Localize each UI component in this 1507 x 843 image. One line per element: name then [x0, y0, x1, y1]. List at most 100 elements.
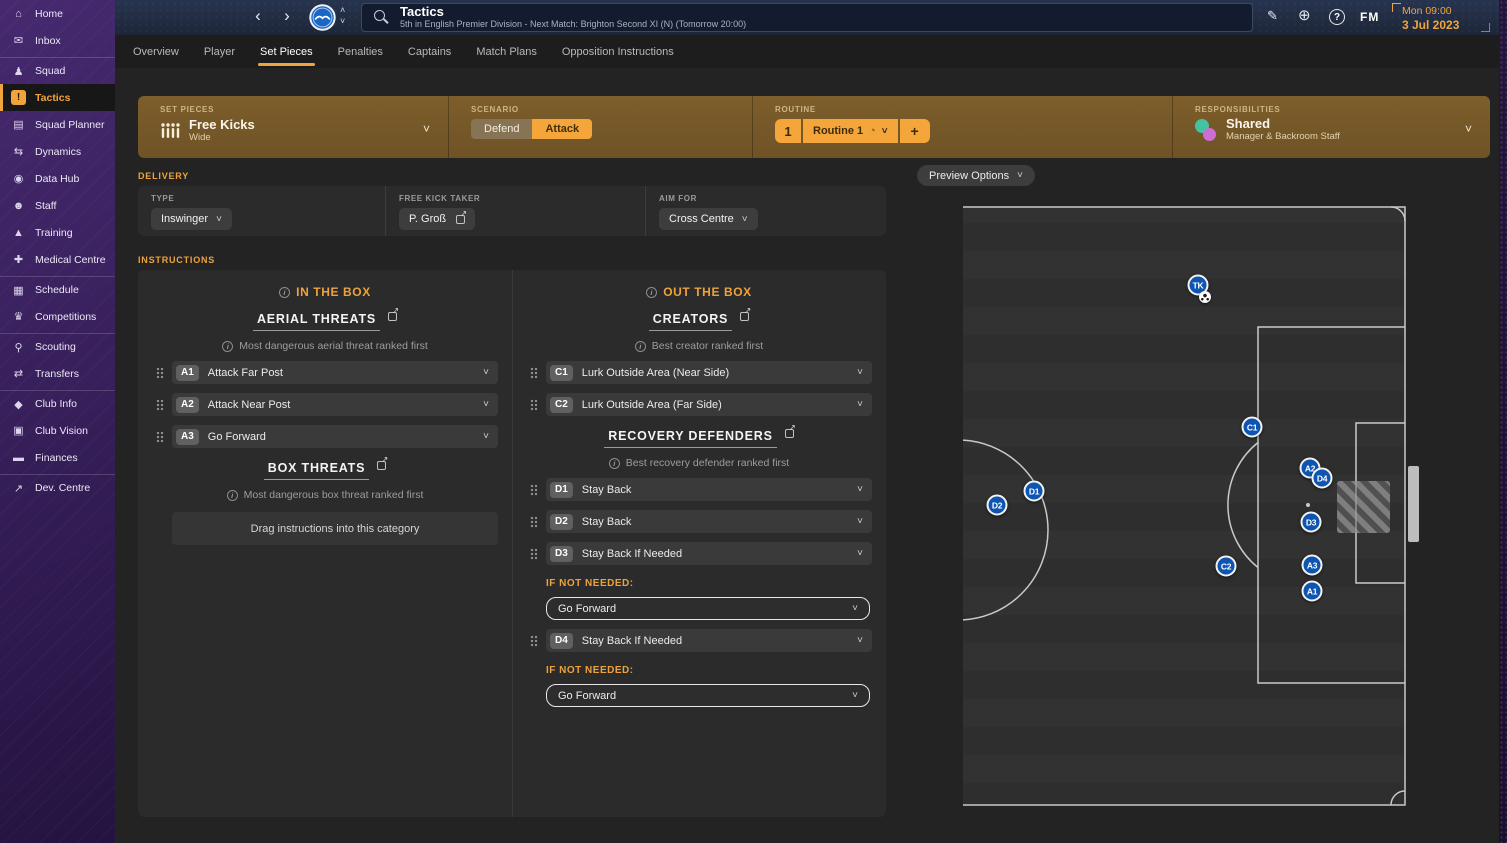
- attack-toggle-button[interactable]: Attack: [532, 119, 593, 139]
- tab-overview[interactable]: Overview: [133, 35, 179, 68]
- pitch-marker-d2[interactable]: D2: [986, 494, 1008, 516]
- external-link-icon: ↗: [456, 209, 467, 224]
- sidebar-item-finances[interactable]: ▬ Finances: [0, 444, 115, 471]
- sidebar-item-dynamics[interactable]: ⇆ Dynamics: [0, 138, 115, 165]
- box-threats-header[interactable]: BOX THREATS ↗: [138, 456, 512, 480]
- tab-captains[interactable]: Captains: [408, 35, 451, 68]
- if-not-needed-select-1[interactable]: Go Forward ˅: [546, 597, 870, 620]
- free-kick-taker-button[interactable]: P. Groß ↗: [399, 208, 476, 230]
- pitch-marker-c2[interactable]: C2: [1215, 555, 1237, 577]
- tab-penalties[interactable]: Penalties: [338, 35, 383, 68]
- sidebar-item-label: Staff: [35, 199, 57, 212]
- game-date[interactable]: Mon 09:00 3 Jul 2023: [1392, 3, 1490, 32]
- defend-toggle-button[interactable]: Defend: [471, 119, 533, 139]
- instruction-row-c2: C2 Lurk Outside Area (Far Side) ˅: [530, 393, 872, 416]
- sidebar-item-home[interactable]: ⌂ Home: [0, 0, 115, 27]
- window-edge: [1499, 0, 1507, 843]
- sidebar-item-inbox[interactable]: ✉ Inbox: [0, 27, 115, 54]
- tab-player[interactable]: Player: [204, 35, 235, 68]
- sidebar-item-competitions[interactable]: ♛ Competitions: [0, 303, 115, 330]
- finances-icon: ▬: [13, 451, 24, 464]
- chevron-down-icon: ˅: [340, 16, 346, 26]
- schedule-icon: ▦: [13, 284, 24, 297]
- aerial-threats-header[interactable]: AERIAL THREATS ↗: [138, 307, 512, 331]
- chevron-down-icon: ˅: [1017, 170, 1023, 181]
- club-info-icon: ◆: [14, 398, 23, 411]
- drag-handle-icon[interactable]: [530, 547, 538, 560]
- help-icon[interactable]: ?: [1329, 9, 1345, 25]
- sidebar-item-tactics[interactable]: ! Tactics: [0, 84, 115, 111]
- info-icon: i: [222, 340, 234, 352]
- sidebar-item-transfers[interactable]: ⇄ Transfers: [0, 360, 115, 387]
- in-the-box-title: IN THE BOX: [296, 285, 371, 299]
- drag-drop-zone[interactable]: Drag instructions into this category: [172, 512, 498, 545]
- scrollbar-thumb[interactable]: [1408, 466, 1419, 542]
- pitch-marker-d3[interactable]: D3: [1300, 511, 1322, 533]
- sidebar-item-data-hub[interactable]: ◉ Data Hub: [0, 165, 115, 192]
- if-not-needed-select-2[interactable]: Go Forward ˅: [546, 684, 870, 707]
- drag-handle-icon[interactable]: [530, 483, 538, 496]
- sidebar-item-label: Club Info: [35, 398, 78, 410]
- home-icon: ⌂: [15, 7, 22, 20]
- sidebar-item-club-info[interactable]: ◆ Club Info: [0, 390, 115, 417]
- fm-logo[interactable]: FM: [1360, 10, 1379, 24]
- world-icon[interactable]: ⊕: [1298, 6, 1311, 24]
- recovery-defender-rows-b: D4 Stay Back If Needed ˅: [512, 629, 886, 652]
- drag-handle-icon[interactable]: [156, 430, 164, 443]
- sidebar-item-staff[interactable]: ☻ Staff: [0, 192, 115, 219]
- sidebar-item-label: Dev. Centre: [35, 482, 91, 494]
- edit-pencil-icon[interactable]: ✎: [1267, 8, 1278, 24]
- sidebar-item-label: Competitions: [35, 310, 97, 323]
- recovery-defender-rows: D1 Stay Back ˅ D2 Stay Back ˅ D3 Stay Ba…: [512, 478, 886, 565]
- routine-select[interactable]: Routine 1 ◔ ˅: [803, 119, 898, 143]
- add-routine-button[interactable]: +: [899, 119, 930, 143]
- tab-set-pieces[interactable]: Set Pieces: [258, 35, 315, 68]
- drag-handle-icon[interactable]: [156, 398, 164, 411]
- drag-handle-icon[interactable]: [530, 398, 538, 411]
- creators-header[interactable]: CREATORS ↗: [512, 307, 886, 331]
- sidebar-item-label: Scouting: [35, 341, 76, 353]
- aim-for-select[interactable]: Cross Centre ˅: [659, 208, 758, 230]
- scenario-toggle: Defend Attack: [471, 119, 593, 139]
- nav-back-icon[interactable]: ‹: [249, 6, 267, 28]
- pitch-marker-a1[interactable]: A1: [1301, 580, 1323, 602]
- medical-icon: ✚: [13, 254, 24, 266]
- sidebar-item-dev-centre[interactable]: ↗ Dev. Centre: [0, 474, 115, 501]
- pitch-marker-c1[interactable]: C1: [1241, 416, 1263, 438]
- tab-opposition-instructions[interactable]: Opposition Instructions: [562, 35, 674, 68]
- drag-handle-icon[interactable]: [530, 366, 538, 379]
- sidebar-item-squad-planner[interactable]: ▤ Squad Planner: [0, 111, 115, 138]
- sidebar-item-medical-centre[interactable]: ✚ Medical Centre: [0, 246, 115, 273]
- pitch-marker-a3[interactable]: A3: [1301, 554, 1323, 576]
- nav-forward-icon[interactable]: ›: [278, 6, 296, 28]
- tab-match-plans[interactable]: Match Plans: [476, 35, 537, 68]
- sidebar-item-training[interactable]: ▲ Training: [0, 219, 115, 246]
- sidebar-item-schedule[interactable]: ▦ Schedule: [0, 276, 115, 303]
- instruction-row-c1: C1 Lurk Outside Area (Near Side) ˅: [530, 361, 872, 384]
- club-badge[interactable]: [309, 4, 336, 31]
- sidebar-item-scouting[interactable]: ⚲ Scouting: [0, 333, 115, 360]
- chevron-down-icon: ˅: [881, 125, 888, 137]
- sidebar-item-club-vision[interactable]: ▣ Club Vision: [0, 417, 115, 444]
- pitch-marker-d1[interactable]: D1: [1023, 480, 1045, 502]
- drag-handle-icon[interactable]: [156, 366, 164, 379]
- delivery-type-select[interactable]: Inswinger ˅: [151, 208, 232, 230]
- external-link-icon: ↗: [388, 307, 399, 321]
- aerial-threat-rows: A1 Attack Far Post ˅ A2 Attack Near Post…: [138, 361, 512, 448]
- sidebar-item-label: Inbox: [35, 34, 61, 47]
- rank-badge: D1: [550, 481, 573, 498]
- preview-options-button[interactable]: Preview Options ˅: [917, 165, 1035, 186]
- responsibilities-select[interactable]: RESPONSIBILITIES Shared Manager & Backro…: [1172, 96, 1490, 158]
- recovery-defenders-header[interactable]: RECOVERY DEFENDERS ↗: [512, 424, 886, 448]
- sidebar-item-squad[interactable]: ♟ Squad: [0, 57, 115, 84]
- instruction-label: Go Forward: [207, 430, 266, 443]
- drag-handle-icon[interactable]: [530, 515, 538, 528]
- club-switch-control[interactable]: ˄ ˅: [340, 5, 345, 27]
- pitch-marker-d4[interactable]: D4: [1311, 467, 1333, 489]
- sidebar-item-label: Dynamics: [35, 145, 82, 158]
- drag-handle-icon[interactable]: [530, 634, 538, 647]
- search-bar[interactable]: Tactics 5th in English Premier Division …: [361, 3, 1253, 32]
- dynamics-icon: ⇆: [13, 146, 24, 158]
- sidebar-item-label: Data Hub: [35, 172, 80, 185]
- set-piece-type-select[interactable]: SET PIECES Free Kicks Wide ˅: [138, 96, 448, 158]
